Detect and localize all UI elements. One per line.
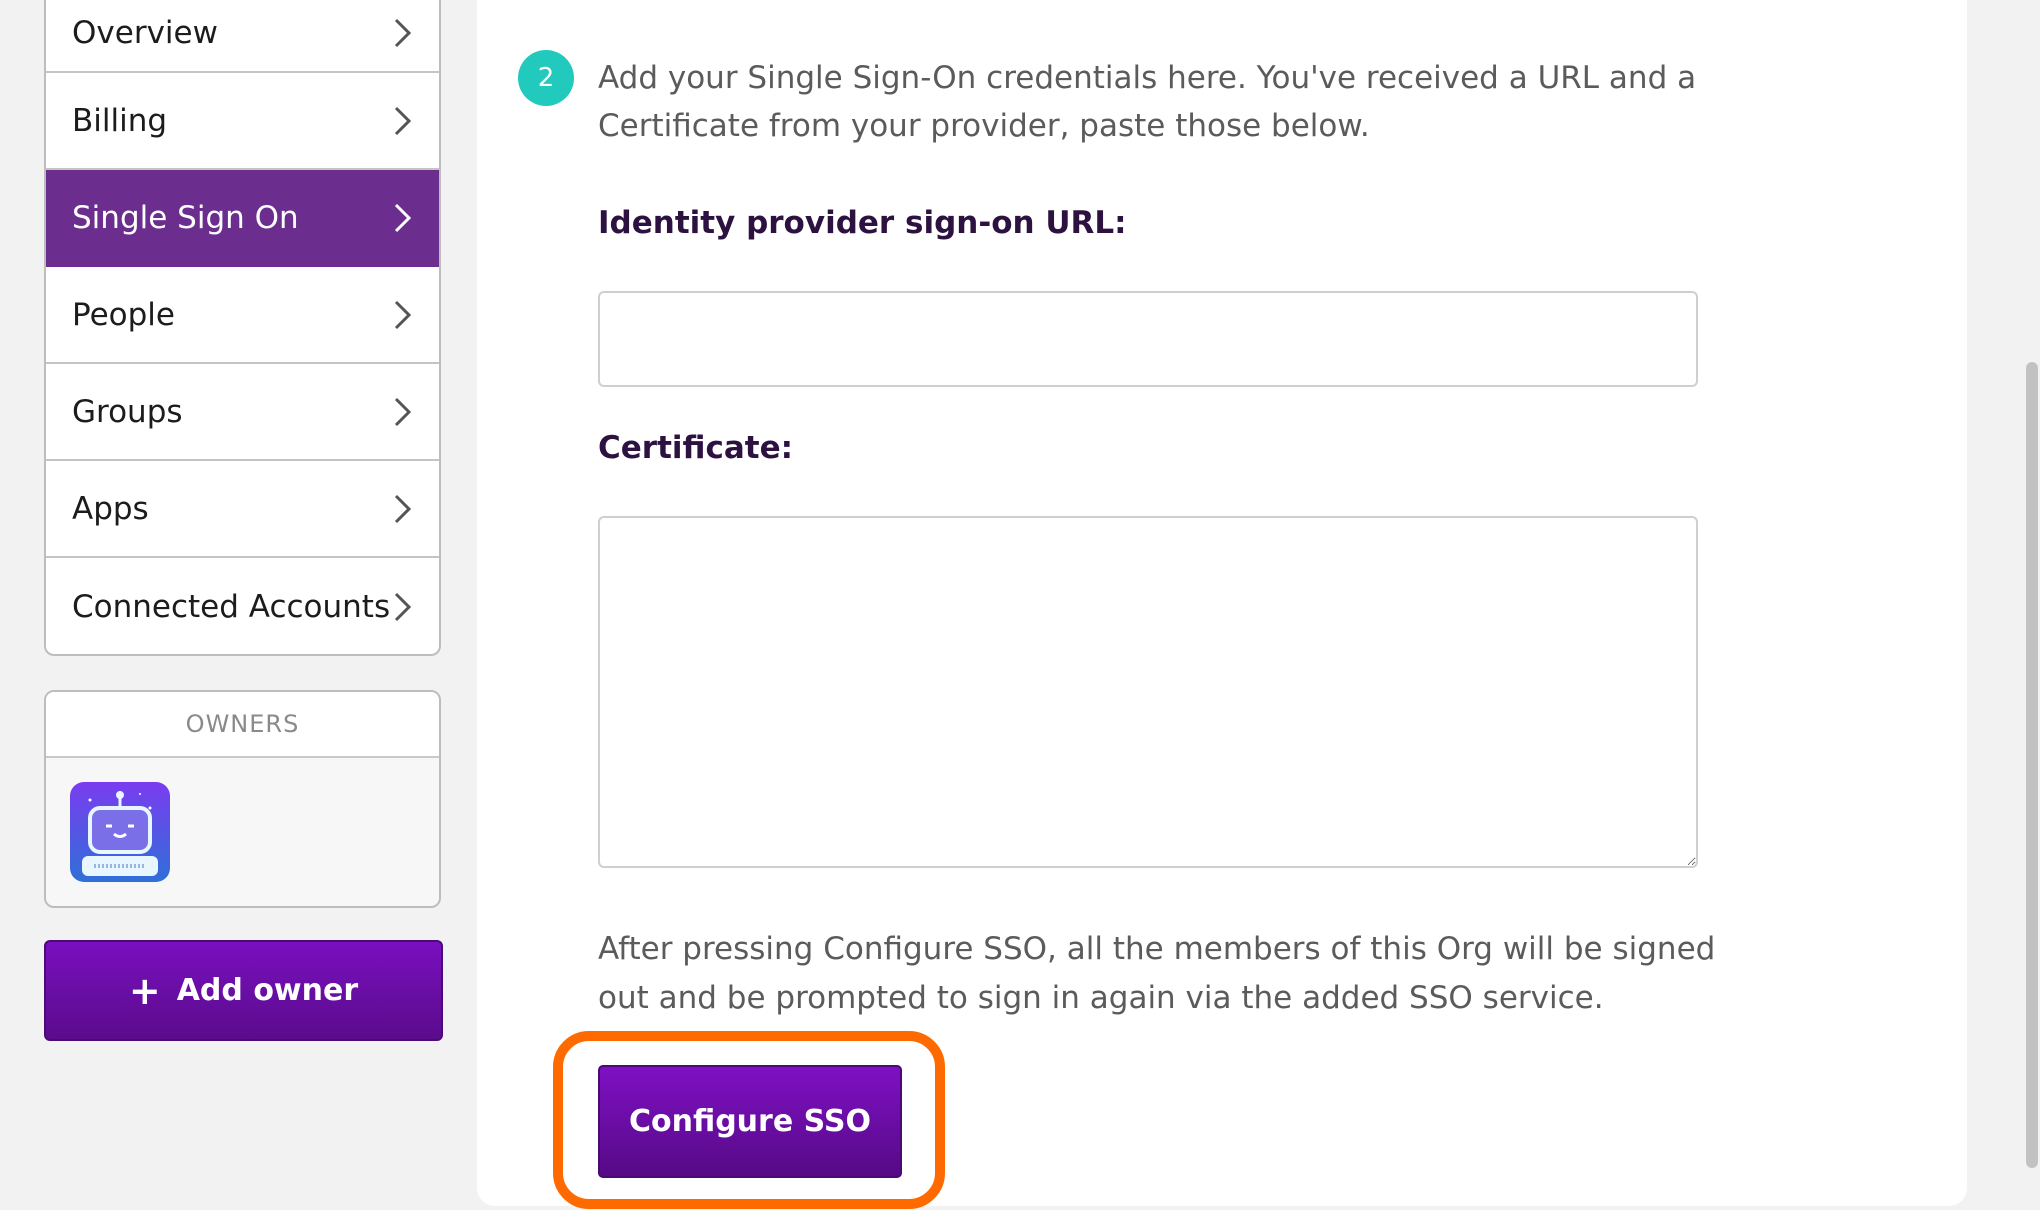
url-label: Identity provider sign-on URL:	[598, 205, 1127, 241]
sign-on-url-input[interactable]	[598, 291, 1698, 387]
sidebar-item-label: Groups	[72, 393, 183, 430]
chevron-right-icon	[385, 104, 419, 138]
add-owner-label: Add owner	[176, 973, 359, 1008]
sidebar-item-connected-accounts[interactable]: Connected Accounts	[46, 558, 439, 654]
chevron-right-icon	[385, 590, 419, 624]
owners-panel: OWNERS	[44, 690, 441, 908]
sidebar-item-label: Connected Accounts	[72, 588, 391, 625]
sidebar-item-label: People	[72, 296, 175, 333]
chevron-right-icon	[385, 16, 419, 50]
sidebar-item-overview[interactable]: Overview	[46, 0, 439, 73]
scrollbar-thumb[interactable]	[2026, 362, 2038, 1168]
step-instructions: Add your Single Sign-On credentials here…	[598, 60, 1697, 144]
configure-sso-button[interactable]: Configure SSO	[598, 1065, 902, 1178]
sidebar-item-label: Billing	[72, 102, 168, 139]
certificate-label: Certificate:	[598, 430, 794, 466]
sso-warning-note: After pressing Configure SSO, all the me…	[598, 931, 1716, 1016]
sidebar-nav: Overview Billing Single Sign On People G…	[44, 0, 441, 656]
sidebar-item-groups[interactable]: Groups	[46, 364, 439, 461]
sidebar-item-people[interactable]: People	[46, 267, 439, 364]
chevron-right-icon	[385, 201, 419, 235]
sidebar-item-single-sign-on[interactable]: Single Sign On	[46, 170, 439, 267]
sidebar-item-label: Overview	[72, 14, 218, 51]
plus-icon: +	[128, 968, 161, 1013]
step-number-badge: 2	[518, 50, 574, 106]
chevron-right-icon	[385, 298, 419, 332]
owners-header: OWNERS	[46, 692, 439, 758]
sidebar-item-label: Single Sign On	[72, 199, 299, 236]
chevron-right-icon	[385, 395, 419, 429]
robot-avatar-icon[interactable]	[70, 782, 170, 882]
certificate-textarea[interactable]	[598, 516, 1698, 868]
chevron-right-icon	[385, 492, 419, 526]
add-owner-button[interactable]: + Add owner	[44, 940, 443, 1041]
sidebar-item-apps[interactable]: Apps	[46, 461, 439, 558]
sidebar-item-billing[interactable]: Billing	[46, 73, 439, 170]
sidebar-item-label: Apps	[72, 490, 149, 527]
